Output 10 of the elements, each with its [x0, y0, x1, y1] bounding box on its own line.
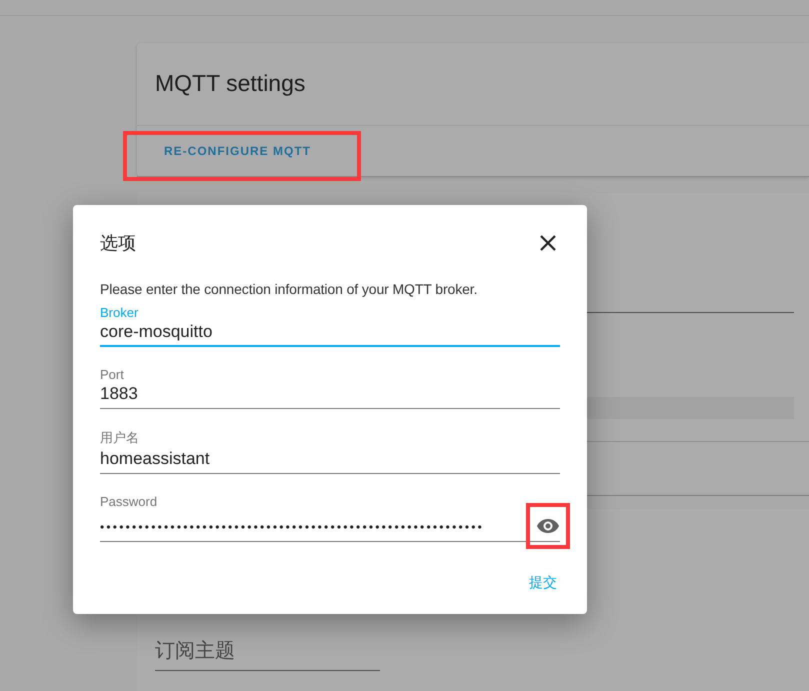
close-button[interactable]: [538, 233, 558, 253]
close-icon: [540, 235, 556, 251]
input-field[interactable]: Port 1883: [100, 367, 560, 409]
input-field[interactable]: Broker core-mosquitto: [100, 305, 560, 347]
input-field[interactable]: 用户名 homeassistant: [100, 429, 560, 474]
dialog-description: Please enter the connection information of your MQTT broker.: [100, 281, 478, 297]
card-title: MQTT settings: [154, 69, 306, 98]
topic-field[interactable]: 订阅主题: [155, 637, 380, 671]
dialog-title: 选项: [100, 232, 136, 255]
eye-icon: [536, 518, 560, 534]
